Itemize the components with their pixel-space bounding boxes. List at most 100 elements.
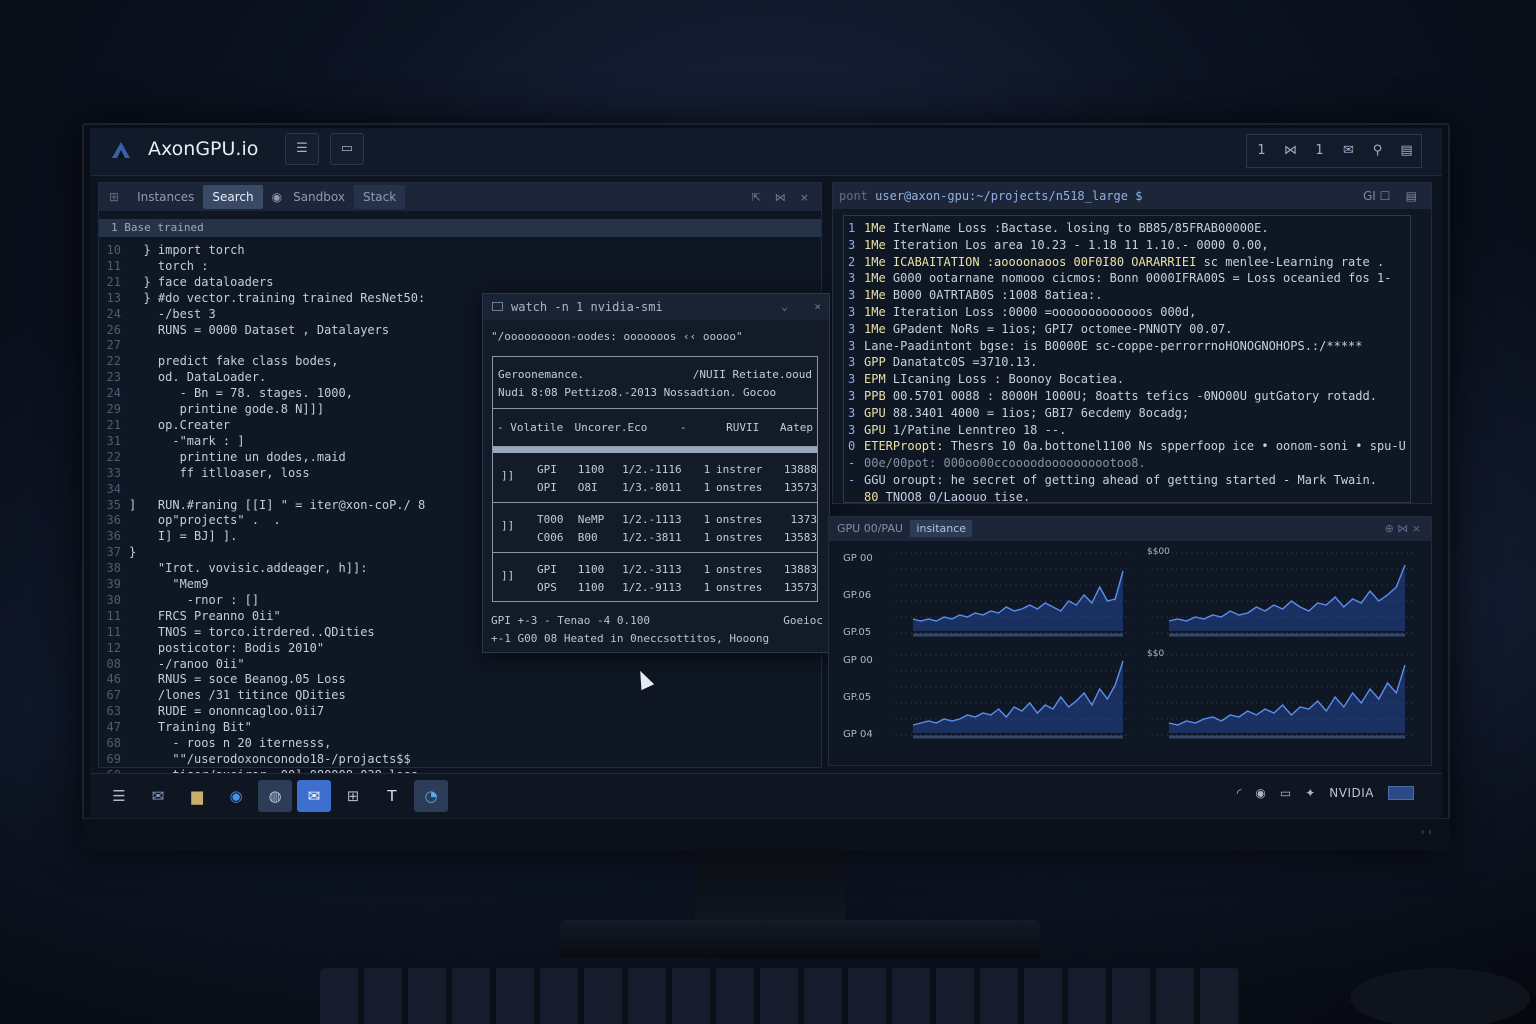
code-line: 26 RUNS = 0000 Dataset , Datalayers — [99, 323, 469, 339]
charts-controls[interactable]: ⊕ ⋈ × — [1385, 517, 1421, 541]
smi-cell: 13583 — [783, 531, 817, 544]
topbar-action-button[interactable]: ⚲ — [1363, 135, 1392, 167]
code-line: 34 — [99, 482, 469, 498]
nvidia-label: NVIDIA — [1329, 786, 1374, 800]
code-line: 30 -rnor : [] — [99, 593, 469, 609]
code-line: 38 "Irot. vovisic.addeager, h]]: — [99, 561, 469, 577]
terminal-icon[interactable]: ⊞ — [336, 780, 370, 812]
display-icon[interactable]: ▭ — [1280, 786, 1291, 800]
tab-instances[interactable]: Instances — [128, 185, 203, 209]
terminal-ctrl-label[interactable]: GI ☐ — [1363, 189, 1390, 203]
line-text: -rnor : [] — [129, 592, 260, 607]
topbar-actions: 1 ⋈ 1 ✉ ⚲ ▤ — [1246, 134, 1422, 168]
instance-chip[interactable]: insitance — [910, 520, 973, 537]
line-number: 35 — [106, 497, 121, 512]
nvidia-smi-table: Geroonemance. /NUII Retiate.ooud Nudi 8:… — [492, 356, 818, 602]
terminal-icon — [492, 302, 503, 311]
terminal-line-key: PPB — [864, 388, 886, 403]
tab-sandbox[interactable]: Sandbox — [284, 185, 354, 209]
line-number: 68 — [106, 736, 121, 751]
smi-cell: onstres — [715, 531, 763, 544]
line-number: 69 — [106, 752, 121, 766]
messages-icon[interactable]: ✉ — [297, 780, 331, 812]
wifi-icon[interactable]: ◜ — [1237, 786, 1242, 800]
terminal: pont user@axon-gpu:~/projects/n518_large… — [832, 182, 1432, 504]
terminal-line: 3 EPM LIcaning Loss : Boonoy Bocatiea. — [848, 371, 1406, 388]
line-text: RUDE = ononncagloo.0ii7 — [129, 704, 325, 719]
smi-row: GPI 1100 1/2.-1116 1 instrer 13888 — [537, 463, 817, 476]
smi-cell: onstres — [715, 581, 763, 594]
terminal-controls[interactable]: GI ☐ ▤ — [1363, 183, 1417, 209]
terminal-line-key: 1Me ICABAITATION :aoooonaoos 00F0I80 OAR… — [864, 254, 1197, 269]
line-text: RUNS = 0000 Dataset , Datalayers — [129, 322, 390, 337]
split-icon[interactable]: ⋈ — [775, 191, 786, 204]
smi-cell: 1/2.-1113 — [622, 513, 682, 526]
terminal-line-text: 00.5701 0088 : 8000H 1000U; 8oatts tefic… — [885, 388, 1377, 403]
topbar-action-button[interactable]: 1 — [1305, 135, 1334, 167]
tab-stack[interactable]: Stack — [353, 185, 406, 209]
terminal-output[interactable]: 1 1Me IterName Loss :Bactase. losing to B… — [843, 215, 1411, 504]
chat-icon[interactable]: ◔ — [414, 780, 448, 812]
screen: AxonGPU.io ☰ ▭ 1 ⋈ 1 ✉ ⚲ ▤ ⊞ Instances Search… — [90, 128, 1442, 818]
smi-columns: - Volatile Uncorer.Eco - RUVII Aatep — [493, 409, 817, 447]
gpu-usage-chart — [1151, 654, 1413, 739]
smi-row-group: ]] GPI 1100 1/2.-1116 1 instrer 13888 OPI O8I 1/3… — [493, 453, 817, 503]
smi-col: Uncorer.Eco — [574, 421, 648, 434]
watch-window: watch -n 1 nvidia-smi ⌄ × "/ooooooooon-o… — [482, 293, 830, 653]
smi-cell: OPI — [537, 481, 557, 494]
terminal-menu-icon[interactable]: ▤ — [1406, 189, 1417, 203]
chart-area-fill — [1169, 665, 1405, 733]
smi-cell: 1 — [703, 581, 711, 594]
terminal-line-number: 3 — [848, 321, 856, 336]
topbar-action-button[interactable]: ✉ — [1334, 135, 1363, 167]
code-line: 13 } #do vector.training trained ResNet5… — [99, 291, 469, 307]
terminal-line-key: EPM — [864, 372, 886, 387]
menu-icon[interactable]: ☰ — [102, 780, 136, 812]
mouse — [1350, 968, 1530, 1024]
globe-icon[interactable]: ◍ — [258, 780, 292, 812]
code-line: 10 } import torch — [99, 243, 469, 259]
watch-controls[interactable]: ⌄ × — [781, 294, 821, 320]
settings-sliders-button[interactable]: ☰ — [285, 133, 319, 165]
battery-icon — [1388, 786, 1414, 800]
text-icon[interactable]: T — [375, 780, 409, 812]
terminal-line-text: GGU oroupt: he secret of getting ahead o… — [864, 472, 1377, 487]
watch-footer-line2: +-1 G00 08 Heated in 0neccsottitos, Hooo… — [491, 632, 770, 645]
window-button[interactable]: ▭ — [330, 133, 364, 165]
code-lines[interactable]: 10 } import torch 11 torch :21 } face dat… — [99, 243, 469, 784]
globe-icon[interactable]: ◉ — [1255, 786, 1265, 800]
smi-cell: 13573 — [783, 481, 817, 494]
terminal-line: 3 PPB 00.5701 0088 : 8000H 1000U; 8oatts … — [848, 388, 1406, 405]
chart-corner-label: $$0 — [1147, 649, 1165, 659]
browser-icon[interactable]: ◉ — [219, 780, 253, 812]
folder-icon[interactable]: ▆ — [180, 780, 214, 812]
smi-cell: onstres — [715, 481, 763, 494]
topbar-action-button[interactable]: ⋈ — [1276, 135, 1305, 167]
smi-cell: 1 — [703, 531, 711, 544]
terminal-line-number: 2 — [848, 254, 856, 269]
topbar-action-button[interactable]: 1 — [1247, 135, 1276, 167]
topbar-action-button[interactable]: ▤ — [1392, 135, 1421, 167]
code-line: 46 RNUS = soce Beanog.05 Loss — [99, 672, 469, 688]
mail-icon[interactable]: ✉ — [141, 780, 175, 812]
terminal-line-number: 1 — [848, 221, 856, 235]
terminal-line-key: 1Me — [864, 271, 886, 286]
tab-search[interactable]: Search — [203, 185, 263, 209]
line-text: ] RUN.#raning [[I] " = iter@xon-coP./ 8 — [129, 497, 426, 512]
smi-cell: O8I — [577, 481, 598, 494]
line-text: ff itlloaser, loss — [129, 465, 310, 480]
smi-cell: T000 — [537, 513, 564, 526]
collapse-icon[interactable]: ⇱ — [752, 191, 761, 204]
terminal-line-number: 3 — [848, 355, 856, 370]
smi-cell: 1/2.-9113 — [622, 581, 682, 594]
line-number: 08 — [106, 656, 121, 671]
close-icon[interactable]: × — [800, 191, 809, 204]
smi-row: OPI O8I 1/3.-8011 1 onstres 13573 — [537, 481, 817, 494]
line-text: op"projects" . . — [129, 513, 281, 528]
nvidia-star-icon[interactable]: ✦ — [1305, 786, 1315, 800]
code-line: 21 } face dataloaders — [99, 275, 469, 291]
terminal-line-number: 3 — [848, 405, 856, 420]
terminal-line-number: 3 — [848, 422, 856, 437]
terminal-line: 3 1Me G000 ootarnane nomooo cicmos: Bonn … — [848, 270, 1406, 287]
terminal-line-text: GPadent NoRs = 1ios; GPI7 octomee-PNNOTY… — [885, 321, 1233, 336]
